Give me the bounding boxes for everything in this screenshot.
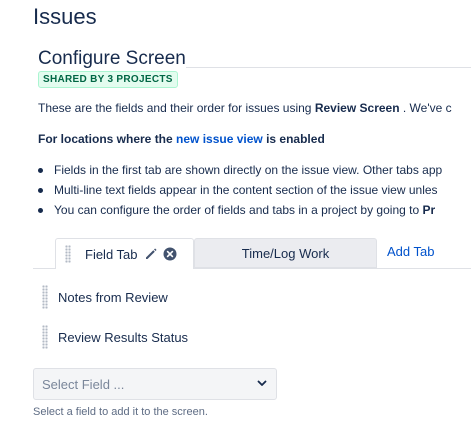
- select-field-help-text: Select a field to add it to the screen.: [33, 406, 208, 418]
- close-circle-icon[interactable]: [163, 247, 177, 261]
- drag-handle-icon[interactable]: [65, 245, 71, 263]
- screen-description: These are the fields and their order for…: [38, 100, 452, 116]
- bullet-dot-icon: [38, 168, 43, 173]
- intro-suffix: . We've c: [399, 101, 452, 115]
- locations-heading-suffix: is enabled: [262, 132, 325, 146]
- drag-handle-icon[interactable]: [42, 285, 48, 309]
- drag-handle-icon[interactable]: [42, 325, 48, 349]
- screen-title: Configure Screen: [38, 48, 186, 69]
- bullet-dot-icon: [38, 208, 43, 213]
- bullet-item: Multi-line text fields appear in the con…: [38, 180, 442, 200]
- bullet-item: Fields in the first tab are shown direct…: [38, 160, 442, 180]
- field-label: Notes from Review: [58, 289, 168, 305]
- intro-screen-name: Review Screen: [314, 101, 400, 115]
- tab-label: Time/Log Work: [241, 245, 330, 261]
- intro-prefix: These are the fields and their order for…: [38, 101, 315, 115]
- bullet-item: You can configure the order of fields an…: [38, 200, 442, 220]
- field-row[interactable]: Notes from Review: [42, 284, 168, 310]
- new-issue-view-link[interactable]: new issue view: [176, 132, 263, 146]
- chevron-down-icon: [256, 377, 268, 392]
- field-label: Review Results Status: [58, 329, 189, 345]
- shared-projects-badge[interactable]: SHARED BY 3 PROJECTS: [38, 71, 178, 88]
- locations-bullet-list: Fields in the first tab are shown direct…: [38, 160, 442, 220]
- tab-field-tab[interactable]: Field Tab: [55, 238, 194, 269]
- bullet-text: You can configure the order of fields an…: [54, 203, 423, 217]
- page-title: Issues: [33, 4, 97, 29]
- field-row[interactable]: Review Results Status: [42, 324, 188, 350]
- select-field-dropdown[interactable]: Select Field ...: [33, 368, 277, 400]
- select-field-placeholder: Select Field ...: [42, 376, 125, 392]
- bullet-text: Multi-line text fields appear in the con…: [54, 183, 438, 197]
- add-tab-link[interactable]: Add Tab: [387, 243, 434, 261]
- header-divider: [186, 67, 471, 68]
- locations-heading: For locations where the new issue view i…: [38, 131, 325, 147]
- locations-heading-prefix: For locations where the: [38, 132, 177, 146]
- pencil-icon[interactable]: [144, 247, 158, 261]
- bullet-bold-text: Pr: [422, 203, 436, 217]
- bullet-dot-icon: [38, 188, 43, 193]
- bullet-text: Fields in the first tab are shown direct…: [54, 163, 443, 177]
- tab-label: Field Tab: [85, 246, 138, 262]
- tab-time-log-work[interactable]: Time/Log Work: [194, 238, 377, 268]
